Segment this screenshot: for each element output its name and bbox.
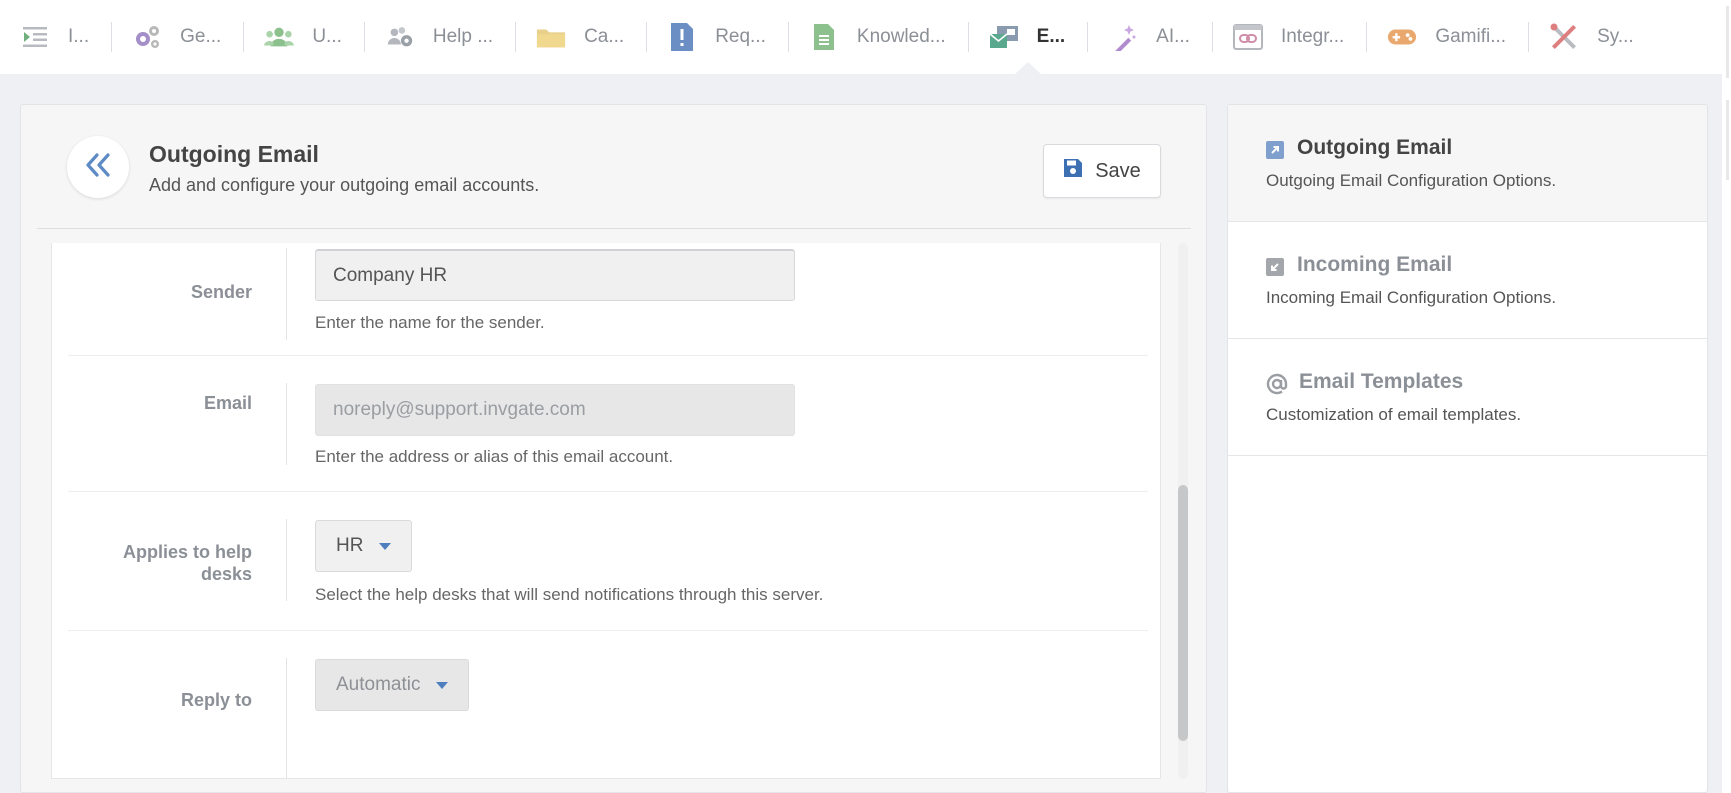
nav-item-general[interactable]: Ge...	[112, 0, 243, 74]
at-sign-icon	[1266, 373, 1288, 395]
incoming-arrow-icon	[1266, 258, 1284, 276]
tools-icon	[1549, 22, 1579, 52]
reply-to-select-value: Automatic	[336, 674, 421, 695]
nav-label: Req...	[715, 26, 766, 47]
outgoing-email-form: Sender Company HR Enter the name for the…	[51, 243, 1161, 779]
email-label: Email	[203, 393, 252, 413]
row-vertical-divider	[286, 248, 287, 340]
side-item-title: Email Templates	[1299, 370, 1464, 393]
email-input[interactable]: noreply@support.invgate.com	[315, 384, 795, 436]
helpdesks-help-text: Select the help desks that will send not…	[315, 585, 824, 604]
side-item-desc: Outgoing Email Configuration Options.	[1266, 171, 1557, 190]
outgoing-arrow-icon	[1266, 141, 1284, 159]
save-button-label: Save	[1095, 159, 1141, 182]
side-item-desc: Customization of email templates.	[1266, 405, 1522, 424]
email-help-text: Enter the address or alias of this email…	[315, 447, 674, 466]
nav-item-system[interactable]: Sy...	[1529, 0, 1656, 74]
row-vertical-divider	[286, 519, 287, 601]
nav-label: AI...	[1156, 26, 1190, 47]
page-subtitle: Add and configure your outgoing email ac…	[149, 175, 540, 195]
nav-item-email[interactable]: E...	[969, 0, 1088, 75]
save-button[interactable]: Save	[1043, 144, 1161, 198]
document-icon	[809, 22, 839, 52]
sender-input[interactable]: Company HR	[315, 249, 795, 301]
double-chevron-left-icon	[85, 152, 111, 182]
nav-item-requests[interactable]: Req...	[647, 0, 788, 74]
form-row-email: Email noreply@support.invgate.com Enter …	[52, 356, 1160, 507]
side-item-email-templates[interactable]: Email Templates Customization of email t…	[1228, 339, 1707, 456]
row-vertical-divider	[286, 658, 287, 778]
nav-item-integrations[interactable]: Integr...	[1213, 0, 1366, 74]
nav-item-indent[interactable]: I...	[0, 0, 111, 74]
floppy-disk-icon	[1063, 158, 1095, 184]
gamepad-icon	[1387, 22, 1417, 52]
nav-item-ai[interactable]: AI...	[1088, 0, 1212, 74]
nav-label: Integr...	[1280, 26, 1345, 47]
folder-icon	[536, 22, 566, 52]
header-divider	[37, 228, 1191, 229]
side-item-title: Outgoing Email	[1297, 136, 1453, 159]
form-row-helpdesks: Applies to help desks HR Select the help…	[52, 492, 1160, 643]
form-scrollbar[interactable]	[1178, 243, 1188, 779]
side-item-outgoing-email[interactable]: Outgoing Email Outgoing Email Configurat…	[1228, 105, 1707, 222]
nav-label: Knowled...	[856, 26, 946, 47]
users-icon	[264, 22, 295, 52]
helpdesks-label-text: Applies to help desks	[122, 542, 252, 584]
helpdesks-label: Applies to help desks	[122, 541, 252, 585]
indent-list-icon	[20, 22, 50, 52]
nav-item-knowledge[interactable]: Knowled...	[789, 0, 968, 74]
top-navigation: I... Ge... U... Help ... Ca... Req... Kn…	[0, 0, 1722, 75]
caret-down-icon	[379, 542, 392, 550]
scrollbar-segment	[1726, 6, 1729, 78]
nav-item-users[interactable]: U...	[244, 0, 364, 74]
side-item-incoming-email[interactable]: Incoming Email Incoming Email Configurat…	[1228, 222, 1707, 339]
form-row-reply-to: Reply to Automatic	[52, 631, 1160, 778]
nav-label: U...	[312, 26, 342, 47]
caret-down-icon	[436, 681, 449, 689]
sender-label: Sender	[190, 282, 252, 302]
side-panel: Outgoing Email Outgoing Email Configurat…	[1227, 104, 1708, 793]
magic-wand-icon	[1108, 22, 1138, 52]
reply-to-select[interactable]: Automatic	[315, 659, 470, 711]
nav-label: E...	[1036, 26, 1066, 47]
gears-icon	[132, 22, 162, 52]
sender-help-text: Enter the name for the sender.	[315, 313, 545, 332]
back-button[interactable]	[67, 136, 129, 198]
integration-link-icon	[1232, 22, 1263, 52]
side-item-title: Incoming Email	[1297, 253, 1453, 276]
reply-to-label: Reply to	[180, 690, 252, 710]
nav-item-categories[interactable]: Ca...	[516, 0, 646, 74]
nav-label: Sy...	[1597, 26, 1634, 47]
nav-label: Help ...	[432, 26, 494, 47]
request-file-icon	[667, 22, 697, 52]
nav-label: I...	[68, 26, 90, 47]
form-scrollbar-thumb[interactable]	[1178, 485, 1188, 741]
nav-item-help-desks[interactable]: Help ...	[365, 0, 515, 74]
main-panel: Outgoing Email Add and configure your ou…	[20, 104, 1207, 793]
row-vertical-divider	[286, 383, 287, 465]
nav-label: Ge...	[180, 26, 222, 47]
nav-label: Gamifi...	[1435, 26, 1507, 47]
scrollbar-segment	[1726, 100, 1729, 180]
page-title: Outgoing Email	[149, 141, 319, 167]
nav-label: Ca...	[584, 26, 625, 47]
nav-item-gamification[interactable]: Gamifi...	[1367, 0, 1528, 74]
users-gear-icon	[385, 22, 415, 52]
helpdesks-select[interactable]: HR	[315, 520, 413, 572]
window-scrollbar[interactable]	[1722, 0, 1731, 793]
side-item-desc: Incoming Email Configuration Options.	[1266, 288, 1557, 307]
email-config-icon	[989, 22, 1019, 52]
helpdesks-select-value: HR	[336, 535, 364, 556]
